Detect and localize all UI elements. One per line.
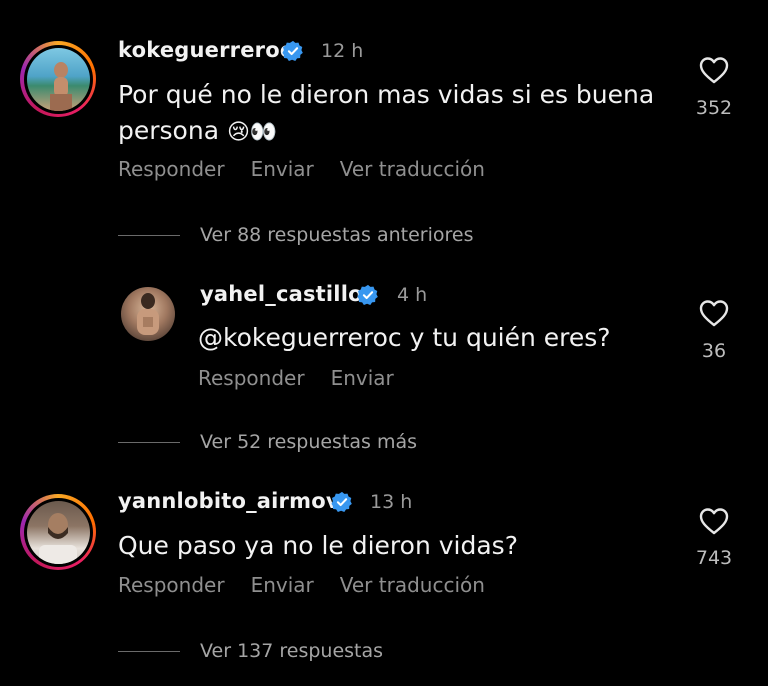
- view-replies-link[interactable]: Ver 88 respuestas anteriores: [118, 224, 474, 246]
- verified-badge-icon: [282, 40, 303, 61]
- send-button[interactable]: Enviar: [251, 573, 314, 597]
- view-replies-link[interactable]: Ver 52 respuestas más: [118, 431, 417, 453]
- username[interactable]: kokeguerreroc: [118, 38, 293, 62]
- divider: [118, 650, 180, 652]
- reply-button[interactable]: Responder: [118, 157, 225, 181]
- comment-text-line: persona 😢👀: [118, 113, 654, 151]
- see-translation-button[interactable]: Ver traducción: [340, 157, 485, 181]
- comment-actions: Responder Enviar Ver traducción: [118, 573, 511, 597]
- like-count: 743: [695, 547, 733, 569]
- comment-actions: Responder Enviar Ver traducción: [118, 157, 511, 181]
- avatar[interactable]: [26, 500, 90, 564]
- comment-text-line: Por qué no le dieron mas vidas si es bue…: [118, 80, 655, 109]
- verified-badge-icon: [357, 284, 378, 305]
- avatar-story-ring[interactable]: [20, 494, 96, 570]
- comment-actions: Responder Enviar: [198, 366, 420, 390]
- avatar[interactable]: [121, 287, 175, 341]
- view-replies-link[interactable]: Ver 137 respuestas: [118, 640, 383, 662]
- view-replies-label[interactable]: Ver 137 respuestas: [200, 640, 383, 662]
- send-button[interactable]: Enviar: [331, 366, 394, 390]
- send-button[interactable]: Enviar: [251, 157, 314, 181]
- timestamp: 4 h: [397, 284, 428, 306]
- view-replies-label[interactable]: Ver 88 respuestas anteriores: [200, 224, 474, 246]
- comment-text: @kokeguerreroc y tu quién eres?: [198, 323, 611, 352]
- comment-text-part: persona: [118, 116, 220, 145]
- timestamp: 12 h: [321, 40, 364, 62]
- like-count: 352: [695, 97, 733, 119]
- reply-button[interactable]: Responder: [198, 366, 305, 390]
- avatar-story-ring[interactable]: [20, 41, 96, 117]
- timestamp: 13 h: [370, 491, 413, 513]
- verified-badge-icon: [331, 491, 352, 512]
- username[interactable]: yannlobito_airmov: [118, 489, 340, 513]
- comment-text: Que paso ya no le dieron vidas?: [118, 531, 518, 560]
- see-translation-button[interactable]: Ver traducción: [340, 573, 485, 597]
- username[interactable]: yahel_castillo: [200, 282, 363, 306]
- heart-icon[interactable]: [699, 56, 729, 84]
- avatar-photo-icon: [49, 61, 72, 111]
- view-replies-label[interactable]: Ver 52 respuestas más: [200, 431, 417, 453]
- heart-icon[interactable]: [699, 507, 729, 535]
- avatar[interactable]: [26, 47, 90, 111]
- divider: [118, 441, 180, 443]
- comment-text: Por qué no le dieron mas vidas si es bue…: [118, 77, 654, 151]
- reply-button[interactable]: Responder: [118, 573, 225, 597]
- divider: [118, 234, 180, 236]
- avatar-photo-icon: [137, 293, 159, 335]
- avatar-photo-icon: [38, 512, 77, 564]
- emoji: 😢👀: [226, 120, 278, 145]
- like-count: 36: [701, 340, 727, 362]
- heart-icon[interactable]: [699, 299, 729, 327]
